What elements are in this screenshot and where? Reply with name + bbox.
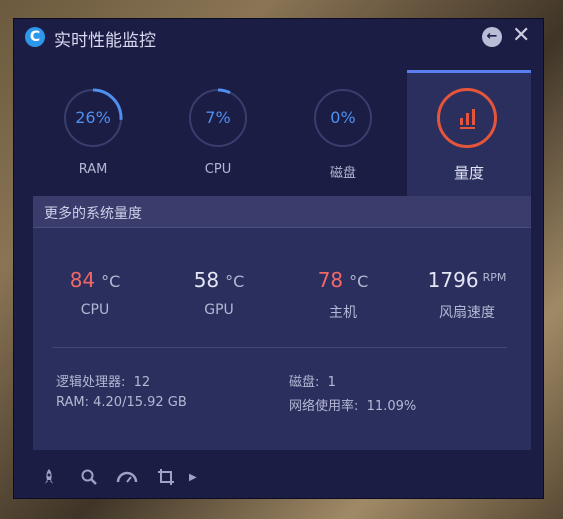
tab-label-cpu: CPU — [204, 162, 232, 177]
network-usage-info: 网络使用率: 11.09% — [289, 399, 417, 414]
speedometer-icon[interactable] — [116, 467, 138, 487]
system-metrics-panel: 更多的系统量度 84 °C CPU 58 °C GPU 78 °C 主机 1796 RP… — [33, 196, 531, 450]
cpu-percent: 7% — [205, 108, 231, 127]
disk-count-info: 磁盘: 1 — [289, 375, 336, 390]
bottom-toolbar: ▶ — [14, 457, 543, 497]
fan-speed-value: 1796 — [427, 268, 479, 292]
host-temp-metric: 78 °C — [281, 268, 405, 292]
cpu-temp-unit: °C — [101, 272, 121, 291]
tab-cpu[interactable]: 7% CPU — [156, 70, 280, 196]
host-temp-value: 78 — [317, 268, 344, 292]
metric-tabs: 26% RAM 7% CPU 0% 磁盘 量度 — [14, 70, 531, 196]
tab-ram[interactable]: 26% RAM — [31, 70, 155, 196]
cpu-usage-ring: 7% — [188, 88, 248, 148]
fan-speed-metric: 1796 RPM — [405, 268, 529, 292]
tab-metrics[interactable]: 量度 — [407, 70, 531, 196]
search-icon[interactable] — [80, 467, 98, 487]
cpu-temp-label: CPU — [80, 302, 110, 318]
divider — [52, 347, 507, 348]
ram-percent: 26% — [75, 108, 111, 127]
fan-speed-label: 风扇速度 — [439, 305, 495, 321]
ram-usage-info: RAM: 4.20/15.92 GB — [56, 395, 187, 410]
window-title: 实时性能监控 — [54, 31, 156, 51]
title-bar[interactable]: C 实时性能监控 ← ✕ — [14, 19, 543, 57]
ram-usage-ring: 26% — [63, 88, 123, 148]
gpu-temp-value: 58 — [193, 268, 220, 292]
bar-chart-icon — [437, 88, 497, 148]
close-icon[interactable]: ✕ — [512, 23, 530, 49]
gpu-temp-metric: 58 °C — [157, 268, 281, 292]
gpu-temp-label: GPU — [204, 302, 234, 318]
app-logo-icon: C — [25, 27, 45, 47]
host-temp-label: 主机 — [329, 305, 357, 321]
tab-label-ram: RAM — [78, 162, 108, 177]
panel-header: 更多的系统量度 — [33, 196, 531, 228]
tab-disk[interactable]: 0% 磁盘 — [281, 70, 405, 196]
tab-label-disk: 磁盘 — [329, 166, 356, 181]
cpu-temp-metric: 84 °C — [33, 268, 157, 292]
back-arrow-icon[interactable]: ← — [482, 27, 502, 47]
host-temp-unit: °C — [349, 272, 369, 291]
logical-processors-info: 逻辑处理器: 12 — [56, 375, 151, 390]
rocket-icon[interactable] — [42, 467, 56, 487]
gpu-temp-unit: °C — [225, 272, 245, 291]
tab-label-metrics: 量度 — [453, 164, 484, 182]
cpu-temp-value: 84 — [69, 268, 96, 292]
fan-speed-unit: RPM — [482, 271, 507, 284]
panel-title: 更多的系统量度 — [44, 206, 142, 222]
disk-usage-ring: 0% — [313, 88, 373, 148]
disk-percent: 0% — [330, 108, 356, 127]
crop-icon[interactable] — [157, 467, 175, 487]
performance-monitor-window: C 实时性能监控 ← ✕ 26% RAM 7% CPU 0% 磁盘 量度 更多的… — [13, 18, 544, 499]
chevron-right-icon[interactable]: ▶ — [189, 467, 197, 487]
